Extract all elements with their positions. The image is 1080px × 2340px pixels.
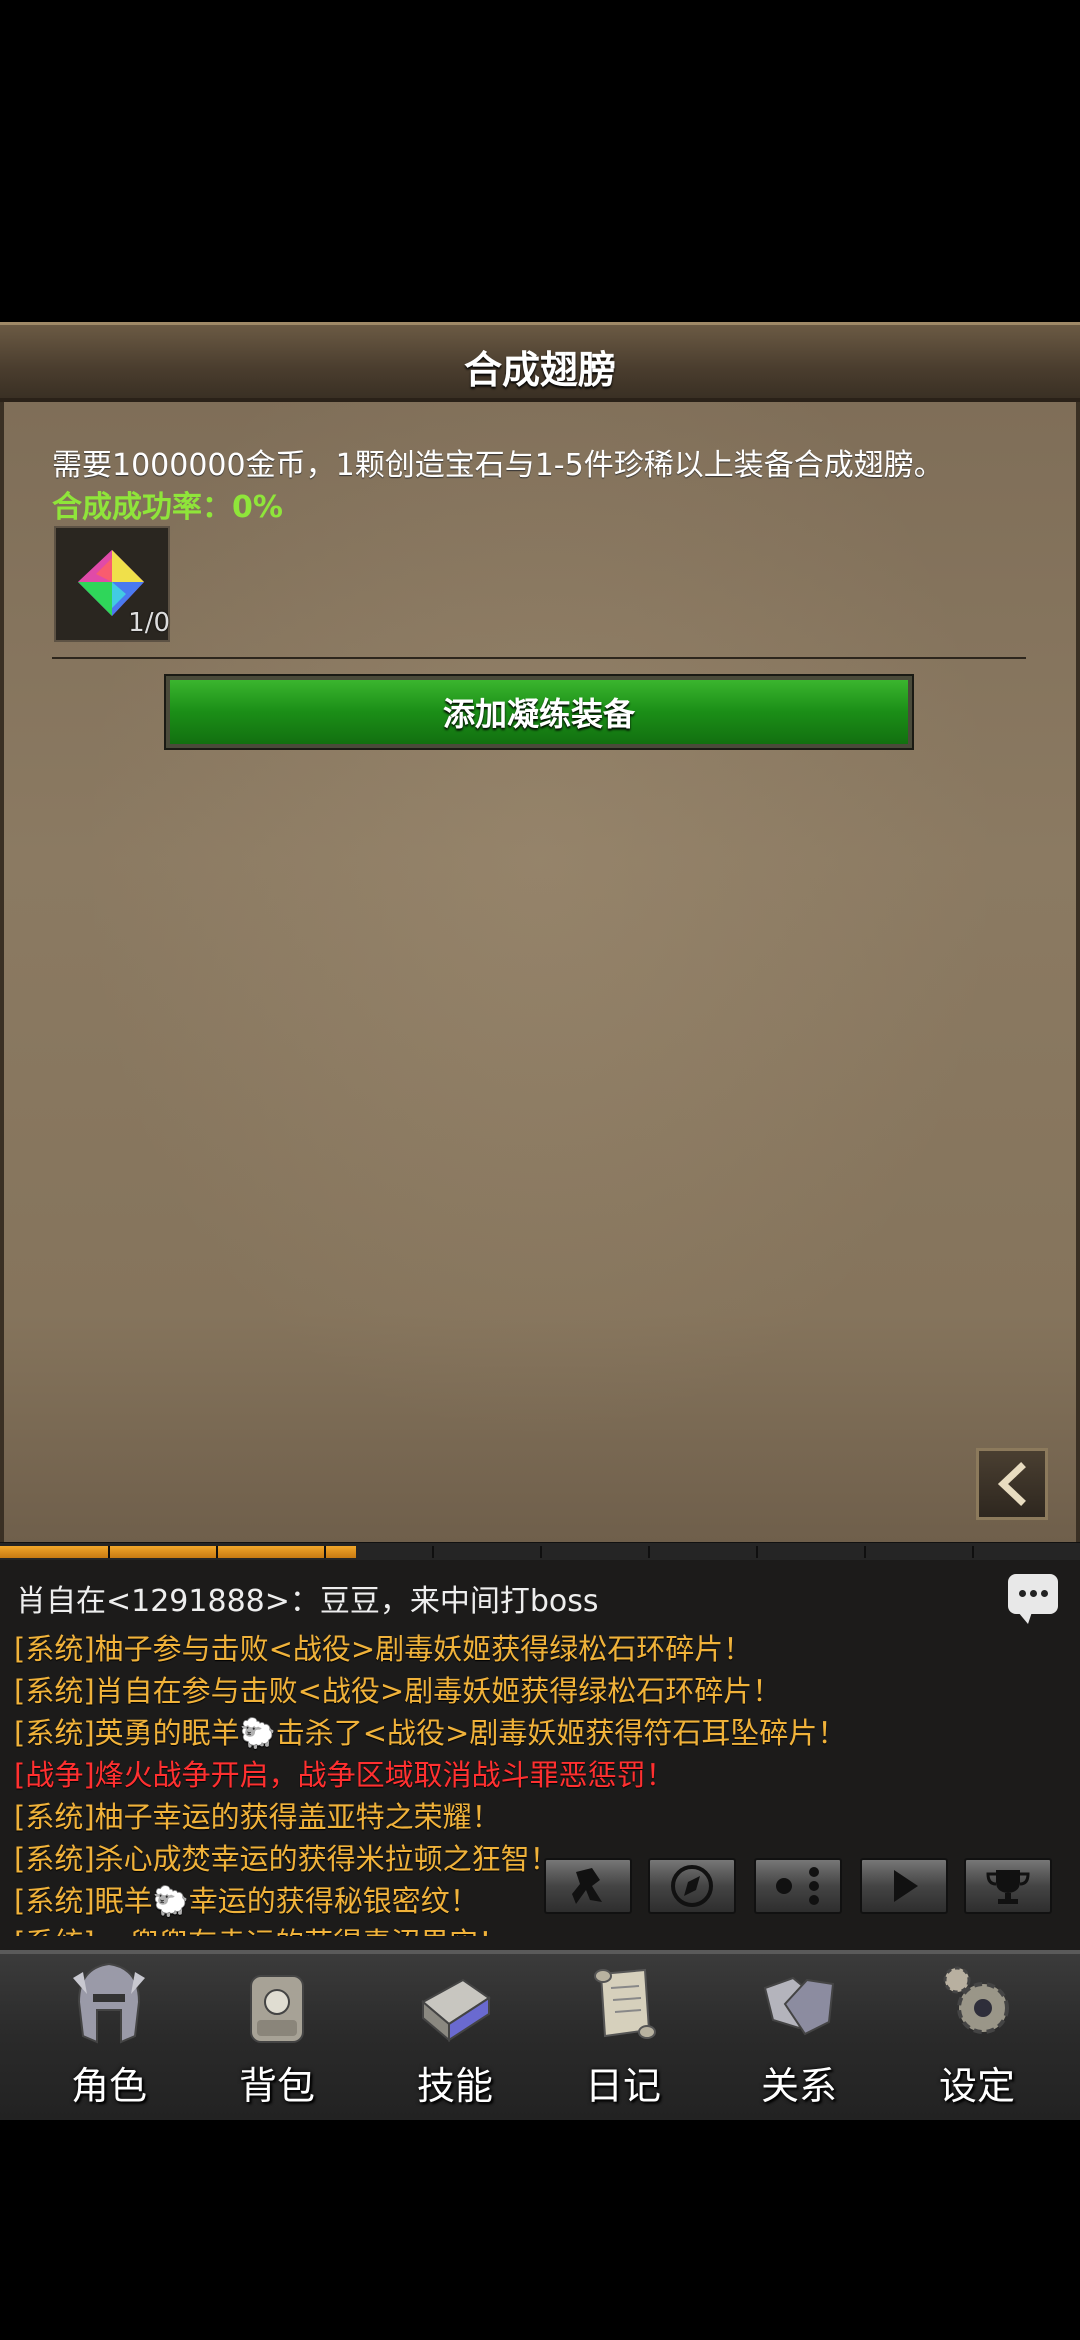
scroll-icon	[594, 1968, 656, 2039]
experience-bar-tick	[972, 1546, 974, 1558]
experience-bar-tick	[540, 1546, 542, 1558]
chat-message: [战争]烽火战争开启，战争区域取消战斗罪恶惩罚！	[14, 1758, 675, 1792]
nav-label: 关系	[760, 2064, 837, 2108]
experience-bar-tick	[432, 1546, 434, 1558]
handshake-icon	[763, 1976, 835, 2036]
nav-settings[interactable]: 设定	[902, 1958, 1052, 2118]
nav-label: 背包	[238, 2064, 315, 2108]
page-title: 合成翅膀	[463, 348, 616, 392]
trophy-icon	[986, 1870, 1030, 1904]
creation-gem-slot[interactable]: 1/0	[54, 526, 170, 642]
success-rate: 合成成功率：0%	[52, 490, 283, 525]
add-refine-equipment-button[interactable]: 添加凝练装备	[164, 674, 914, 750]
experience-bar-fill	[0, 1546, 357, 1558]
chevron-left-icon	[997, 1462, 1026, 1506]
experience-bar-tick	[324, 1546, 326, 1558]
experience-bar-tick	[108, 1546, 110, 1558]
chat-message: [系统]眠羊🐑幸运的获得秘银密纹！	[14, 1884, 479, 1918]
back-button[interactable]	[976, 1448, 1048, 1520]
compass-icon	[671, 1865, 713, 1907]
nav-label: 日记	[584, 2064, 661, 2108]
backpack-icon	[250, 1975, 304, 2043]
skill-book-icon	[421, 1978, 491, 2043]
helmet-icon	[73, 1962, 145, 2044]
nav-label: 角色	[70, 2064, 147, 2108]
experience-bar-tick	[216, 1546, 218, 1558]
gear-icon	[943, 1966, 1009, 2034]
map-button[interactable]	[648, 1858, 736, 1914]
nav-diary[interactable]: 日记	[548, 1958, 698, 2118]
play-icon	[894, 1870, 918, 1902]
chat-message: [系统]柚子幸运的获得盖亚特之荣耀！	[14, 1800, 501, 1834]
nav-character[interactable]: 角色	[34, 1958, 184, 2118]
experience-bar	[0, 1542, 1080, 1562]
chat-message: [系统]柚子参与击败<战役>剧毒妖姬获得绿松石环碎片！	[14, 1632, 753, 1666]
nav-skills[interactable]: 技能	[380, 1958, 530, 2118]
pvp-button[interactable]	[544, 1858, 632, 1914]
experience-bar-tick	[756, 1546, 758, 1558]
nav-relations[interactable]: 关系	[724, 1958, 874, 2118]
nav-label: 技能	[416, 2064, 493, 2108]
auto-play-button[interactable]	[860, 1858, 948, 1914]
chat-message: [系统]杀心成焚幸运的获得米拉顿之狂智！	[14, 1842, 559, 1876]
chat-latest-message: 肖自在<1291888>：豆豆，来中间打boss	[16, 1584, 599, 1619]
dots-icon	[776, 1867, 819, 1905]
synthesis-description: 需要1000000金币，1颗创造宝石与1-5件珍稀以上装备合成翅膀。	[52, 448, 944, 483]
chat-bubble-icon[interactable]	[1008, 1574, 1058, 1624]
nav-label: 设定	[938, 2064, 1015, 2108]
chat-message: [系统]英勇的眠羊🐑击杀了<战役>剧毒妖姬获得符石耳坠碎片！	[14, 1716, 847, 1750]
title-bar: 合成翅膀	[0, 322, 1080, 402]
ranking-button[interactable]	[964, 1858, 1052, 1914]
chat-message: [系统]肖自在参与击败<战役>剧毒妖姬获得绿松石环碎片！	[14, 1674, 782, 1708]
nav-backpack[interactable]: 背包	[202, 1958, 352, 2118]
experience-bar-tick	[864, 1546, 866, 1558]
divider	[52, 657, 1026, 659]
experience-bar-tick	[648, 1546, 650, 1558]
more-options-button[interactable]	[754, 1858, 842, 1914]
chat-clip-edge	[0, 1936, 1080, 1950]
fighter-icon	[572, 1868, 602, 1904]
gem-count: 1/0	[128, 608, 170, 638]
